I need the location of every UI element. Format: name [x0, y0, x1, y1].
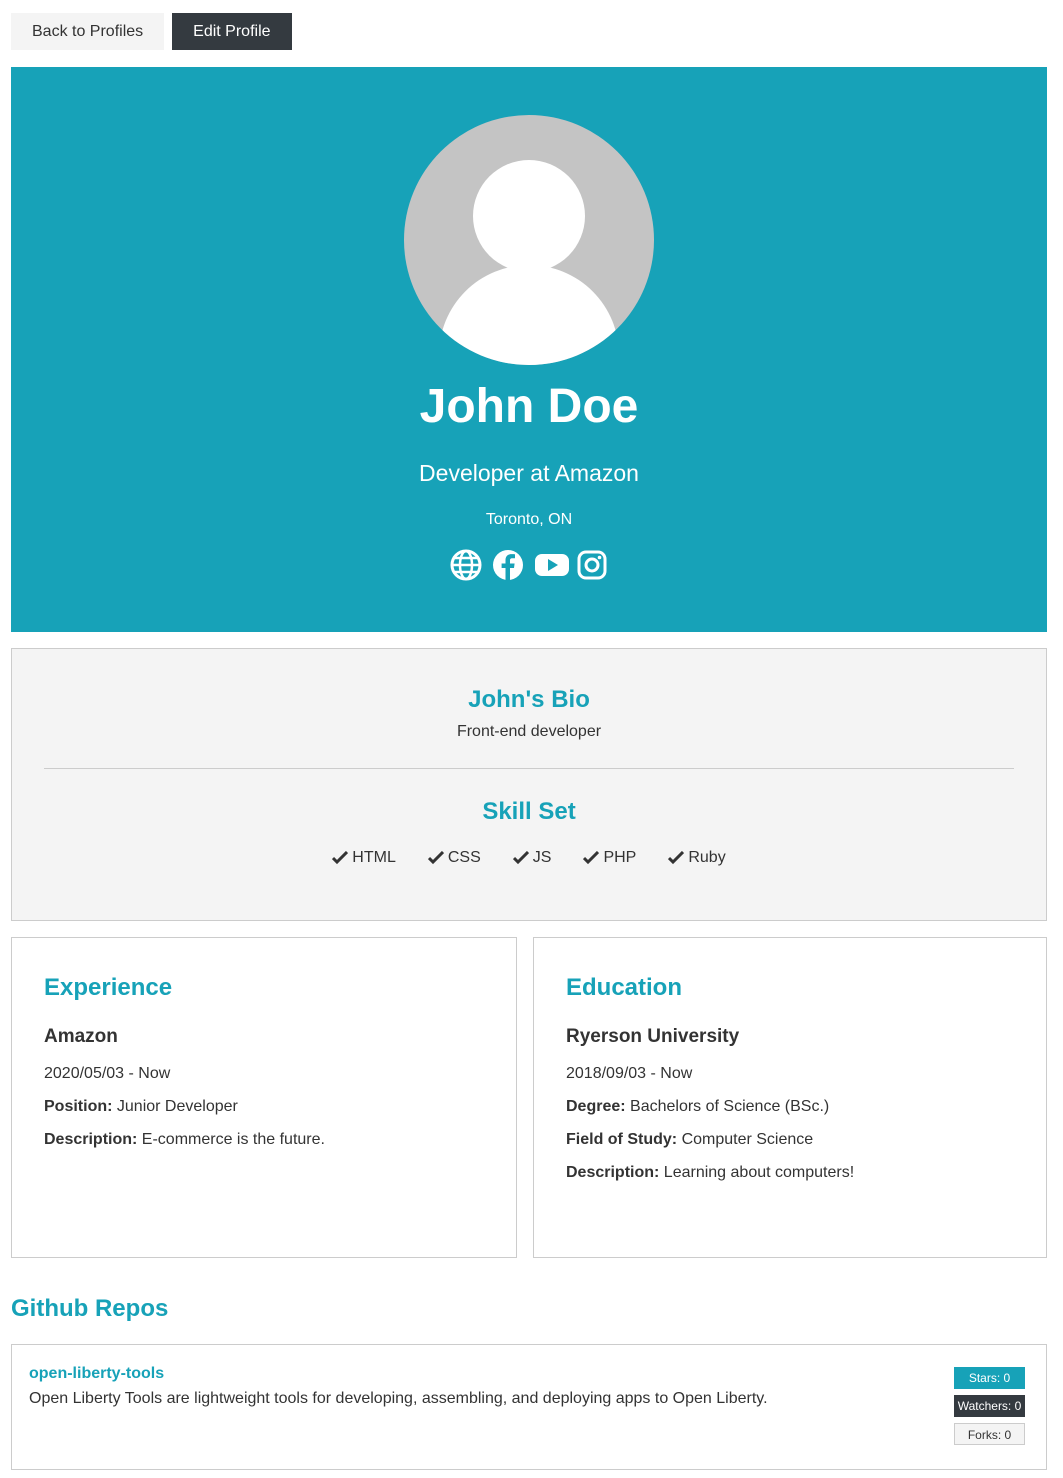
company-name: Amazon [44, 1026, 118, 1047]
education-description: Description: Learning about computers! [566, 1164, 855, 1181]
skill-item: CSS [427, 849, 481, 867]
profile-title: Developer at Amazon [419, 460, 639, 486]
skill-item: Ruby [668, 849, 726, 867]
github-repos-heading: Github Repos [11, 1295, 169, 1322]
experience-heading: Experience [44, 974, 173, 1001]
education-dates: 2018/09/03 - Now [566, 1065, 693, 1082]
edit-profile-button[interactable]: Edit Profile [172, 13, 292, 50]
social-links [11, 549, 1047, 581]
check-icon [583, 851, 600, 865]
experience-card: Experience Amazon 2020/05/03 - Now Posit… [11, 937, 517, 1258]
check-icon [668, 851, 685, 865]
skill-item: HTML [332, 849, 396, 867]
experience-position: Position: Junior Developer [44, 1098, 238, 1115]
globe-icon[interactable] [450, 549, 482, 581]
stars-badge: Stars: 0 [954, 1367, 1025, 1389]
check-icon [512, 851, 529, 865]
check-icon [332, 851, 349, 865]
profile-name: John Doe [419, 380, 639, 433]
watchers-badge: Watchers: 0 [954, 1395, 1025, 1417]
forks-badge: Forks: 0 [954, 1423, 1025, 1445]
instagram-icon[interactable] [576, 549, 608, 581]
check-icon [427, 851, 444, 865]
experience-dates: 2020/05/03 - Now [44, 1065, 171, 1082]
bio-text: Front-end developer [456, 723, 602, 740]
facebook-icon[interactable] [492, 549, 524, 581]
skill-set-heading: Skill Set [482, 798, 576, 825]
youtube-icon[interactable] [534, 549, 569, 581]
repo-card: open-liberty-tools Open Liberty Tools ar… [11, 1344, 1047, 1470]
education-degree: Degree: Bachelors of Science (BSc.) [566, 1098, 830, 1115]
profile-header: John Doe Developer at Amazon Toronto, ON [11, 67, 1047, 632]
back-to-profiles-button[interactable]: Back to Profiles [11, 13, 165, 50]
top-actions: Back to Profiles Edit Profile [11, 13, 292, 50]
education-field: Field of Study: Computer Science [566, 1131, 814, 1148]
skill-item: PHP [583, 849, 636, 867]
bio-section: John's Bio Front-end developer Skill Set… [11, 648, 1047, 921]
experience-description: Description: E-commerce is the future. [44, 1131, 325, 1148]
school-name: Ryerson University [566, 1026, 740, 1047]
education-card: Education Ryerson University 2018/09/03 … [533, 937, 1047, 1258]
education-heading: Education [566, 974, 683, 1001]
avatar [404, 115, 654, 365]
skill-item: JS [512, 849, 551, 867]
profile-location: Toronto, ON [485, 511, 573, 528]
divider [44, 768, 1014, 769]
skills-list: HTML CSS JS PHP Ruby [12, 849, 1046, 867]
repo-description: Open Liberty Tools are lightweight tools… [29, 1390, 768, 1407]
bio-heading: John's Bio [468, 686, 590, 713]
repo-link[interactable]: open-liberty-tools [29, 1365, 164, 1383]
